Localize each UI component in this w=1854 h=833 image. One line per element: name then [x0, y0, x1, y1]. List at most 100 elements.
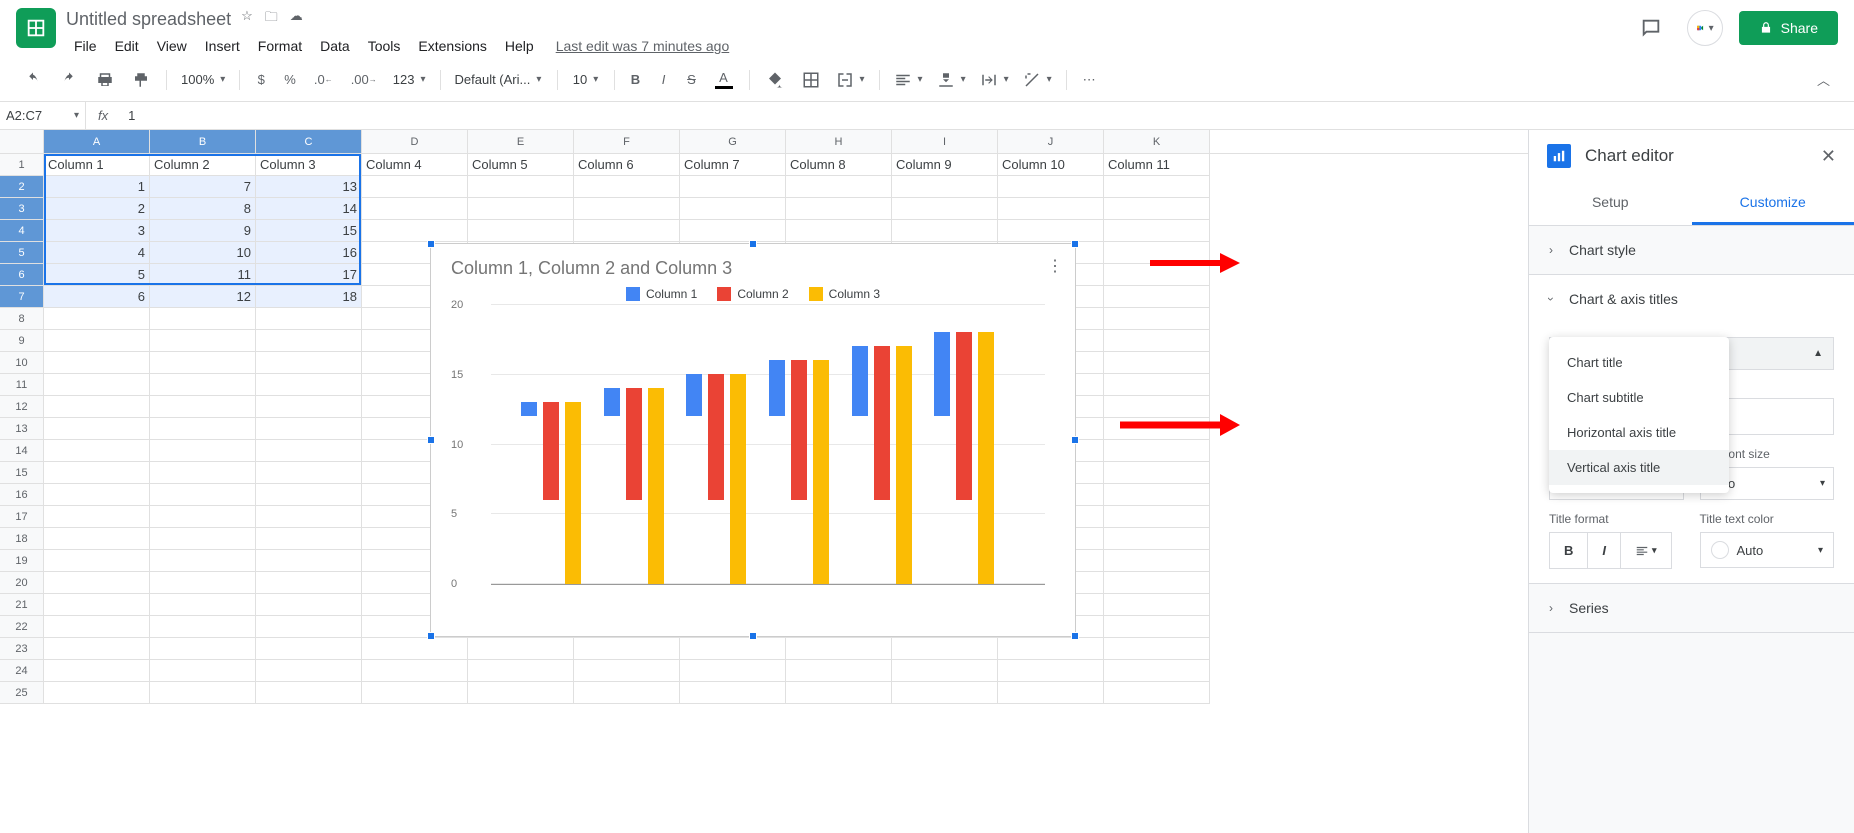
cell[interactable]: [44, 374, 150, 396]
comments-icon[interactable]: [1631, 8, 1671, 48]
currency-button[interactable]: $: [248, 66, 274, 93]
row-header-25[interactable]: 25: [0, 682, 44, 704]
cell[interactable]: [1104, 440, 1210, 462]
cell[interactable]: [468, 682, 574, 704]
cell[interactable]: [1104, 308, 1210, 330]
cell[interactable]: [362, 638, 468, 660]
cell[interactable]: [1104, 176, 1210, 198]
row-header-12[interactable]: 12: [0, 396, 44, 418]
bar[interactable]: [604, 388, 620, 416]
col-header-C[interactable]: C: [256, 130, 362, 153]
cell[interactable]: [256, 484, 362, 506]
cell[interactable]: [468, 638, 574, 660]
cell[interactable]: [150, 550, 256, 572]
meet-icon[interactable]: ▾: [1687, 10, 1723, 46]
cell[interactable]: [44, 594, 150, 616]
row-header-16[interactable]: 16: [0, 484, 44, 506]
cell[interactable]: [256, 462, 362, 484]
cell[interactable]: [44, 616, 150, 638]
cell[interactable]: [1104, 330, 1210, 352]
bar[interactable]: [565, 402, 581, 584]
col-header-B[interactable]: B: [150, 130, 256, 153]
section-series[interactable]: › Series: [1529, 584, 1854, 632]
cell[interactable]: [150, 396, 256, 418]
borders-button[interactable]: [794, 65, 828, 95]
cell[interactable]: [256, 550, 362, 572]
tab-setup[interactable]: Setup: [1529, 182, 1692, 225]
cell[interactable]: [150, 308, 256, 330]
cell[interactable]: [786, 682, 892, 704]
bar[interactable]: [626, 388, 642, 500]
cell[interactable]: 16: [256, 242, 362, 264]
cell[interactable]: Column 8: [786, 154, 892, 176]
cell[interactable]: [998, 198, 1104, 220]
cell[interactable]: [1104, 396, 1210, 418]
menu-data[interactable]: Data: [312, 34, 358, 58]
cell[interactable]: [362, 220, 468, 242]
row-header-7[interactable]: 7: [0, 286, 44, 308]
cell[interactable]: 13: [256, 176, 362, 198]
cell[interactable]: [1104, 550, 1210, 572]
cell[interactable]: [362, 198, 468, 220]
cell[interactable]: [468, 198, 574, 220]
share-button[interactable]: Share: [1739, 11, 1838, 45]
name-box[interactable]: A2:C7▾: [0, 102, 86, 129]
cell[interactable]: [998, 660, 1104, 682]
row-header-4[interactable]: 4: [0, 220, 44, 242]
cell[interactable]: [1104, 286, 1210, 308]
title-color-select[interactable]: Auto ▾: [1700, 532, 1835, 568]
cell[interactable]: [44, 308, 150, 330]
decrease-decimal-button[interactable]: .0←: [306, 66, 341, 93]
cell[interactable]: [1104, 418, 1210, 440]
cell[interactable]: 14: [256, 198, 362, 220]
cell[interactable]: [1104, 616, 1210, 638]
col-header-K[interactable]: K: [1104, 130, 1210, 153]
col-header-I[interactable]: I: [892, 130, 998, 153]
cell[interactable]: [786, 660, 892, 682]
cell[interactable]: 6: [44, 286, 150, 308]
cell[interactable]: [256, 396, 362, 418]
cell[interactable]: [1104, 528, 1210, 550]
col-header-F[interactable]: F: [574, 130, 680, 153]
cell[interactable]: [150, 506, 256, 528]
font-select[interactable]: Default (Ari...: [449, 68, 549, 91]
cell[interactable]: [362, 176, 468, 198]
cell[interactable]: [44, 528, 150, 550]
menu-file[interactable]: File: [66, 34, 105, 58]
cell[interactable]: [1104, 242, 1210, 264]
bar[interactable]: [896, 346, 912, 584]
row-header-13[interactable]: 13: [0, 418, 44, 440]
cell[interactable]: [44, 484, 150, 506]
bar[interactable]: [730, 374, 746, 584]
cell[interactable]: [680, 176, 786, 198]
cell[interactable]: [786, 638, 892, 660]
bar[interactable]: [813, 360, 829, 584]
cell[interactable]: [1104, 220, 1210, 242]
undo-button[interactable]: [16, 65, 50, 95]
row-header-6[interactable]: 6: [0, 264, 44, 286]
cell[interactable]: [574, 198, 680, 220]
embedded-chart[interactable]: ⋮ Column 1, Column 2 and Column 3 Column…: [430, 243, 1076, 637]
cell[interactable]: [998, 176, 1104, 198]
cell[interactable]: Column 7: [680, 154, 786, 176]
cell[interactable]: [44, 396, 150, 418]
col-header-D[interactable]: D: [362, 130, 468, 153]
cell[interactable]: Column 10: [998, 154, 1104, 176]
cell[interactable]: 8: [150, 198, 256, 220]
cell[interactable]: [574, 176, 680, 198]
cell[interactable]: [44, 330, 150, 352]
menu-insert[interactable]: Insert: [197, 34, 248, 58]
cell[interactable]: 5: [44, 264, 150, 286]
v-align-button[interactable]: [931, 67, 972, 93]
cell[interactable]: [150, 616, 256, 638]
cell[interactable]: [256, 330, 362, 352]
cell[interactable]: Column 5: [468, 154, 574, 176]
cell[interactable]: [680, 638, 786, 660]
row-header-1[interactable]: 1: [0, 154, 44, 176]
bar[interactable]: [769, 360, 785, 416]
cell[interactable]: [1104, 462, 1210, 484]
cell[interactable]: 18: [256, 286, 362, 308]
text-color-button[interactable]: A: [707, 64, 741, 95]
cell[interactable]: 7: [150, 176, 256, 198]
cell[interactable]: Column 9: [892, 154, 998, 176]
